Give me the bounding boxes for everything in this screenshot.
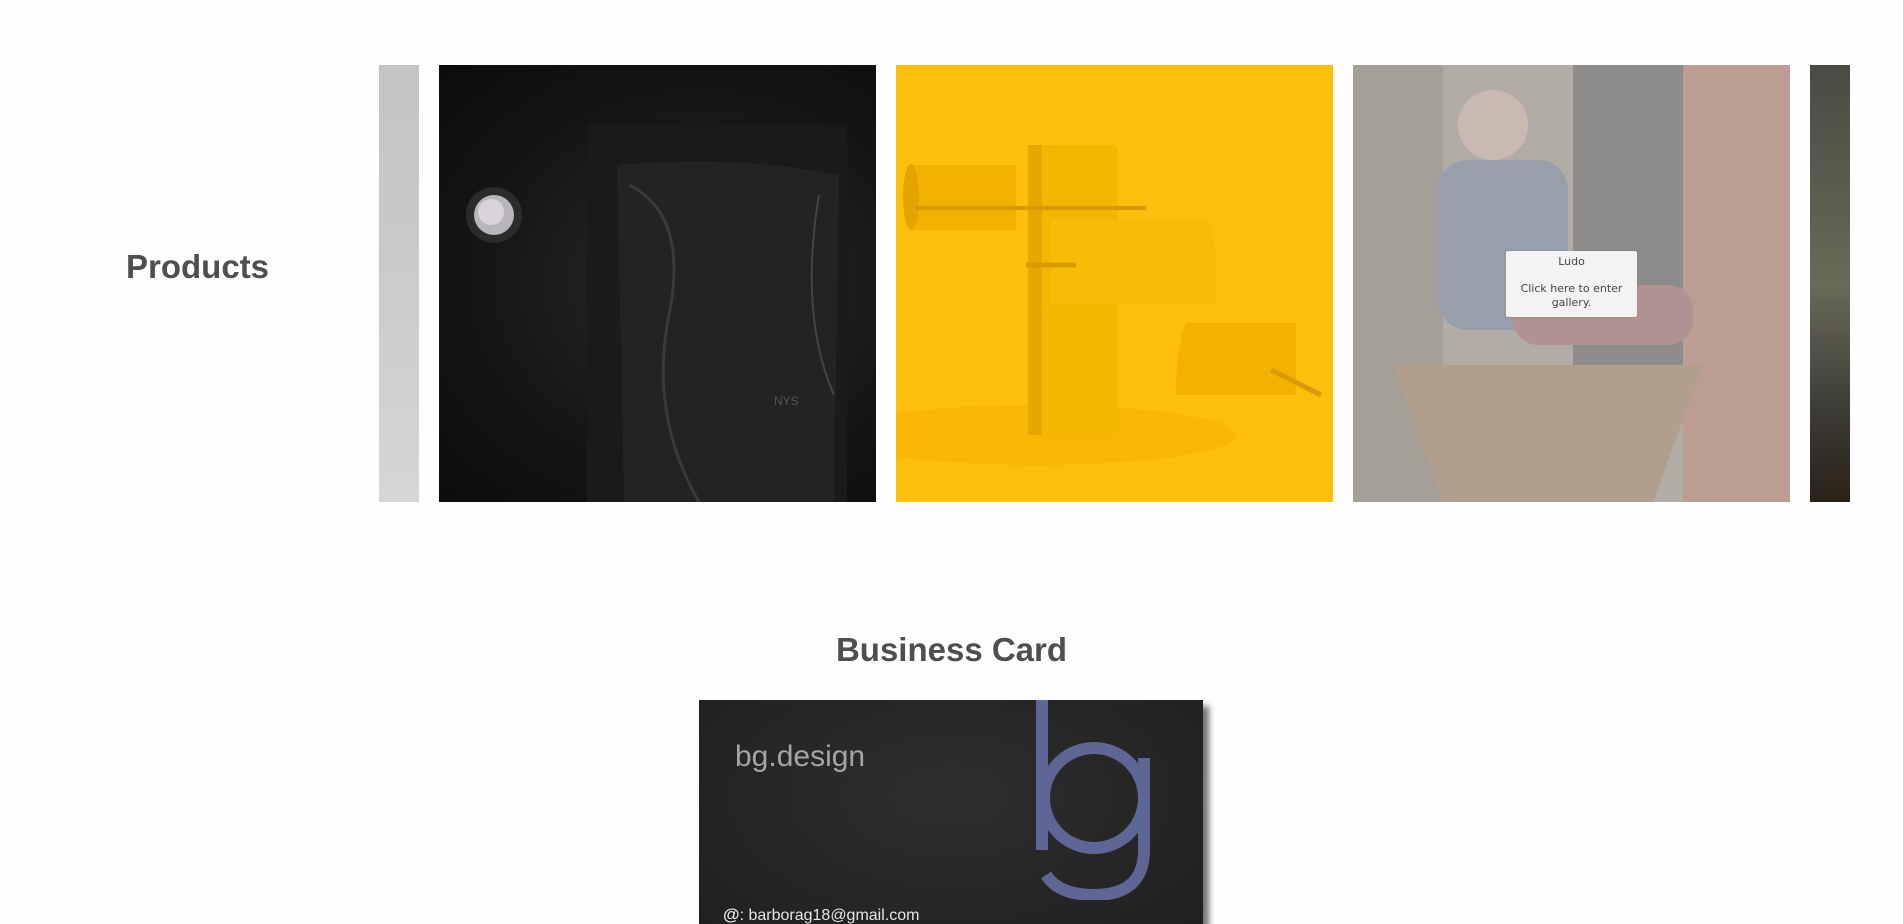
ludo-caption-title: Ludo (1558, 255, 1585, 268)
email-at-symbol: @ (723, 905, 740, 924)
yellow-toy-image (896, 65, 1333, 502)
business-card-heading: Business Card (835, 631, 1068, 668)
card-email-text: : barborag18@gmail.com (739, 907, 920, 924)
card-brand-name: bg.design (735, 740, 866, 773)
card-email: @: barborag18@gmail.com (723, 905, 919, 924)
gallery-tile-previous[interactable] (379, 65, 419, 502)
gallery-tile-next[interactable] (1810, 65, 1850, 502)
products-heading: Products (126, 248, 270, 285)
gallery-tile-yellow-toy[interactable] (896, 65, 1333, 502)
business-card[interactable]: bg.design @: barborag18@gmail.com (699, 700, 1203, 924)
svg-text:NYS: NYS (774, 394, 799, 408)
gallery-tile-ludo[interactable]: Ludo Click here to enter gallery. (1353, 65, 1790, 502)
gallery-tile-black-bag[interactable]: NYS (439, 65, 876, 502)
black-bag-image: NYS (466, 125, 847, 502)
ludo-caption[interactable]: Ludo Click here to enter gallery. (1506, 251, 1637, 317)
bg-logo-icon (1036, 700, 1150, 900)
ludo-caption-hint: Click here to enter gallery. (1520, 282, 1623, 309)
products-gallery: NYS Ludo Click here to enter gallery. (379, 65, 1850, 502)
